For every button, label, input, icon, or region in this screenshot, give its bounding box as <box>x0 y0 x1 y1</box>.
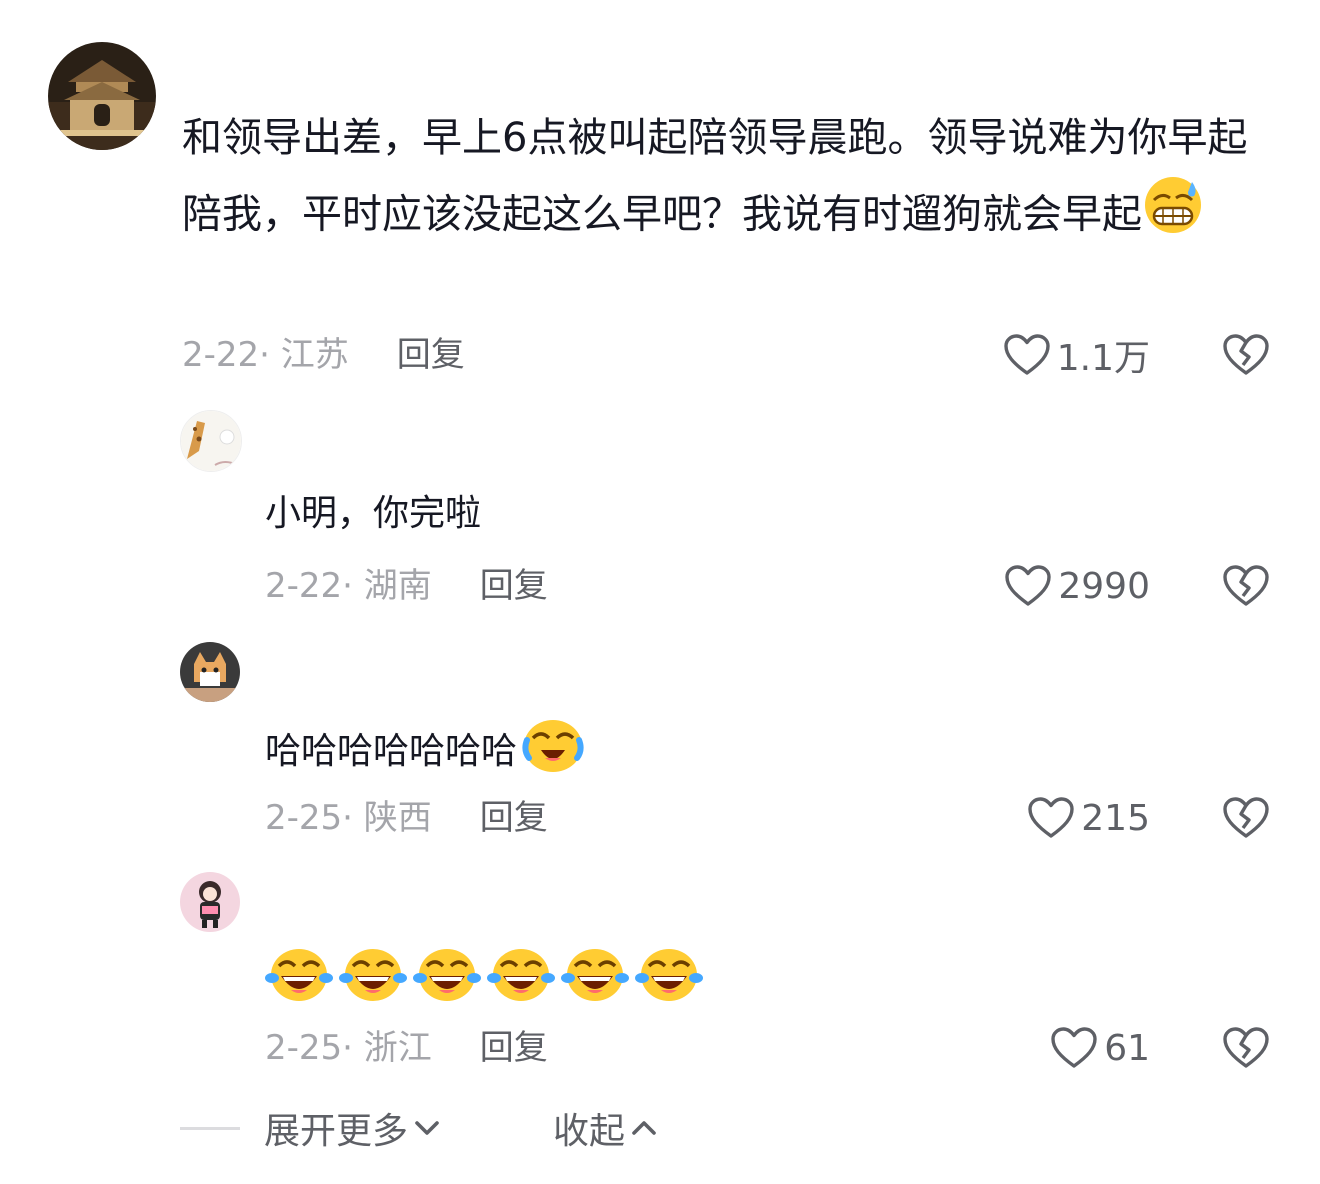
comment-text-content: 和领导出差，早上6点被叫起陪领导晨跑。领导说难为你早起陪我，平时应该没起这么早吧… <box>182 115 1248 238</box>
reply-button[interactable]: 回复 <box>397 335 465 375</box>
reply-location: 浙江 <box>363 1028 432 1068</box>
reply-date: 2-25 <box>265 1028 343 1068</box>
dislike-button[interactable] <box>1222 1024 1270 1072</box>
reply-button[interactable]: 回复 <box>480 566 548 606</box>
crying-laughing-emoji <box>521 716 585 787</box>
comment-meta: 2-22· 江苏 回复 <box>182 335 465 375</box>
dislike-button[interactable] <box>1222 794 1270 842</box>
broken-heart-icon <box>1223 565 1269 606</box>
like-count: 2990 <box>1058 565 1150 607</box>
reply-meta: 2-25· 浙江 回复 <box>265 1028 548 1068</box>
expand-more-label: 展开更多 <box>264 1111 409 1152</box>
comment-location: 江苏 <box>280 335 349 375</box>
reply-text: 哈哈哈哈哈哈哈 <box>265 716 585 787</box>
heart-icon <box>1005 565 1052 606</box>
reply-meta: 2-22· 湖南 回复 <box>265 566 548 606</box>
reply-location: 陕西 <box>363 798 432 838</box>
heart-icon <box>1051 1027 1097 1068</box>
chevron-up-icon <box>632 1121 656 1135</box>
like-count: 215 <box>1081 797 1150 839</box>
grinning-sweat-emoji <box>1142 174 1204 259</box>
divider <box>180 1127 240 1130</box>
dislike-button[interactable] <box>1222 331 1270 379</box>
chevron-down-icon <box>415 1121 439 1135</box>
comment-text: 和领导出差，早上6点被叫起陪领导晨跑。领导说难为你早起陪我，平时应该没起这么早吧… <box>182 102 1282 259</box>
dislike-button[interactable] <box>1222 562 1270 610</box>
reply-text-content: 哈哈哈哈哈哈哈 <box>265 730 518 772</box>
tears-of-joy-emoji <box>487 944 555 1008</box>
like-button[interactable]: 1.1万 <box>990 331 1150 379</box>
tears-of-joy-emoji <box>561 944 629 1008</box>
like-count: 61 <box>1104 1027 1150 1069</box>
collapse-label: 收起 <box>553 1111 626 1152</box>
reply-button[interactable]: 回复 <box>480 1028 548 1068</box>
reply-meta: 2-25· 陕西 回复 <box>265 798 548 838</box>
expand-more-button[interactable]: 展开更多 <box>264 1104 440 1152</box>
avatar[interactable] <box>180 410 242 472</box>
like-count: 1.1万 <box>1056 338 1150 379</box>
avatar[interactable] <box>48 42 156 150</box>
reply-date: 2-25 <box>265 798 343 838</box>
avatar[interactable] <box>180 642 240 702</box>
reply-date: 2-22 <box>265 566 343 606</box>
tears-of-joy-emoji <box>635 944 703 1008</box>
avatar[interactable] <box>180 872 240 932</box>
emoji-row <box>265 944 703 1008</box>
reply-location: 湖南 <box>363 566 432 606</box>
collapse-button[interactable]: 收起 <box>553 1104 657 1152</box>
reply-button[interactable]: 回复 <box>480 798 548 838</box>
broken-heart-icon <box>1223 1027 1269 1068</box>
broken-heart-icon <box>1223 334 1269 375</box>
tears-of-joy-emoji <box>265 944 333 1008</box>
like-button[interactable]: 215 <box>990 794 1150 842</box>
tears-of-joy-emoji <box>413 944 481 1008</box>
like-button[interactable]: 2990 <box>990 562 1150 610</box>
tears-of-joy-emoji <box>339 944 407 1008</box>
broken-heart-icon <box>1223 797 1269 838</box>
comment-date: 2-22 <box>182 335 260 375</box>
reply-text: 小明，你完啦 <box>265 493 482 534</box>
heart-icon <box>1028 797 1074 838</box>
like-button[interactable]: 61 <box>990 1024 1150 1072</box>
heart-icon <box>1004 334 1050 375</box>
